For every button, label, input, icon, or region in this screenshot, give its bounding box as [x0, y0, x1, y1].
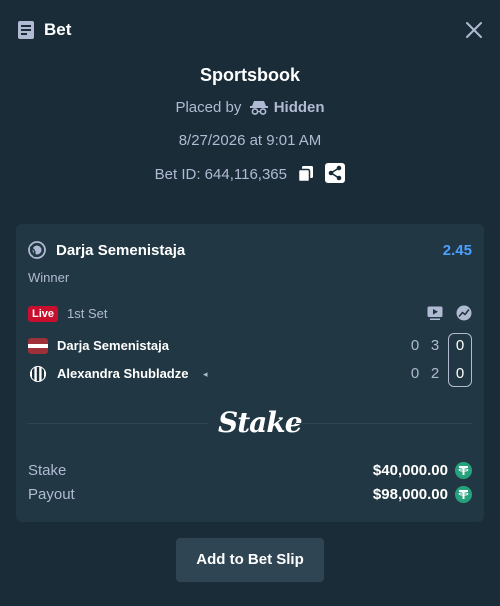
payout-row: Payout $98,000.00 [28, 484, 472, 504]
stake-logo: Stake [218, 406, 303, 439]
live-stream-icon[interactable] [427, 305, 443, 321]
tennis-ball-icon [28, 241, 46, 259]
striped-kit-icon [30, 366, 46, 382]
score-set-2: 3 [430, 337, 440, 354]
bet-card: Darja Semenistaja 2.45 Winner Live 1st S… [16, 224, 484, 522]
bet-slip-icon [18, 21, 34, 39]
score-current: 0 [455, 365, 465, 382]
add-to-bet-slip-button[interactable]: Add to Bet Slip [176, 538, 324, 582]
bet-id: Bet ID: 644,116,365 [154, 166, 287, 183]
placed-by-line: Placed by Hidden [0, 98, 500, 118]
set-label: 1st Set [67, 306, 108, 321]
modal-title: Bet [44, 20, 72, 39]
bet-source: Sportsbook [199, 65, 300, 85]
tether-usdt-icon [455, 462, 472, 479]
latvia-flag-icon [28, 338, 48, 354]
incognito-icon [249, 101, 268, 115]
modal-header: Bet [0, 0, 500, 60]
bet-id-line: Bet ID: 644,116,365 [0, 163, 500, 185]
player-row: Darja Semenistaja 0 3 0 [28, 336, 472, 356]
score-set-1: 0 [410, 337, 420, 354]
stake-value: $40,000.00 [372, 462, 448, 479]
payout-label: Payout [28, 486, 75, 503]
selection-odds: 2.45 [442, 242, 472, 259]
tether-usdt-icon [455, 486, 472, 503]
divider [28, 423, 208, 424]
placed-by-label: Placed by [175, 99, 242, 116]
player-name: Alexandra Shubladze [57, 366, 189, 381]
player-row: Alexandra Shubladze ◂ 0 2 0 [28, 364, 472, 384]
match-stats-icon[interactable] [456, 305, 472, 321]
stake-row: Stake $40,000.00 [28, 460, 472, 480]
market-name: Winner [28, 270, 70, 285]
bet-datetime: 8/27/2026 at 9:01 AM [178, 132, 322, 149]
divider [296, 423, 472, 424]
copy-icon[interactable] [297, 165, 315, 183]
close-icon[interactable] [464, 20, 484, 40]
stake-label: Stake [28, 462, 67, 479]
score-current: 0 [455, 337, 465, 354]
share-icon[interactable] [325, 163, 346, 183]
serving-indicator: ◂ [203, 369, 208, 379]
placed-by-user: Hidden [273, 99, 325, 116]
selection-name: Darja Semenistaja [56, 242, 186, 259]
score-set-1: 0 [410, 365, 420, 382]
player-name: Darja Semenistaja [57, 338, 170, 353]
live-badge: Live [28, 306, 59, 322]
score-set-2: 2 [430, 365, 440, 382]
payout-value: $98,000.00 [372, 486, 448, 503]
